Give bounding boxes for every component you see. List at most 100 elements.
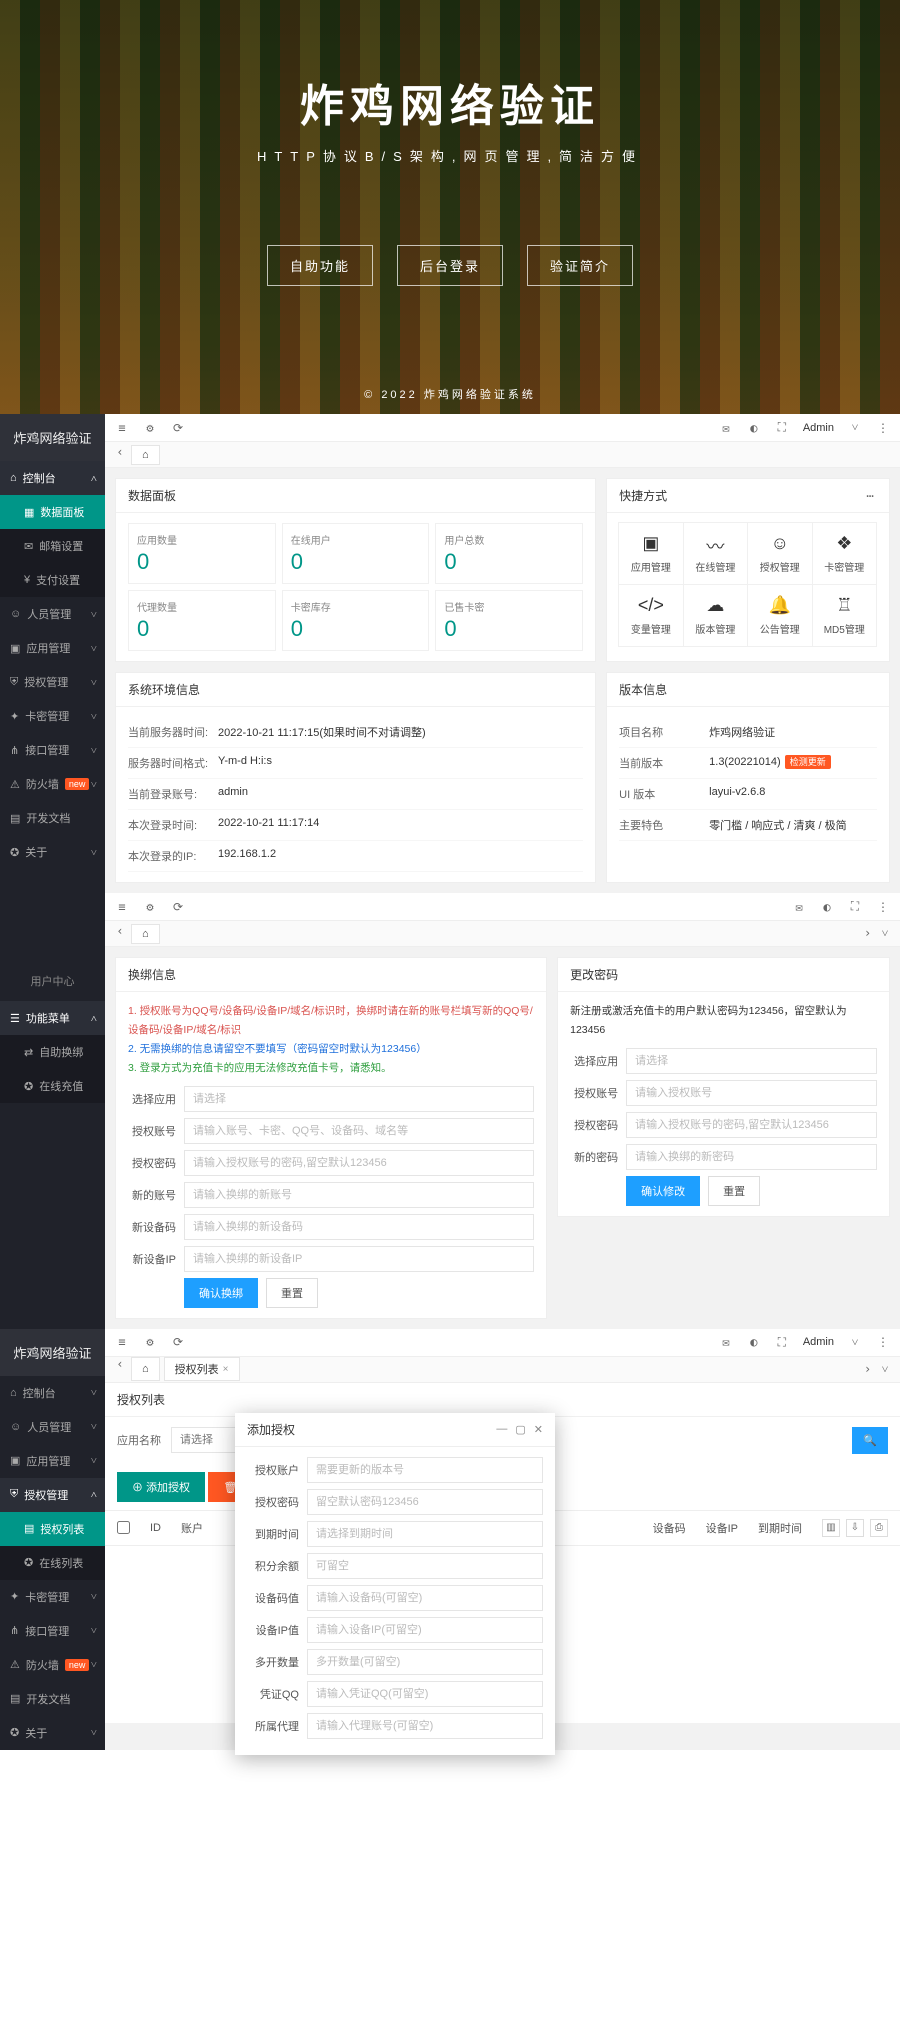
admin-dropdown[interactable]: Admin — [803, 1336, 834, 1348]
tab-home[interactable]: ⌂ — [131, 445, 160, 465]
sidebar-item-about[interactable]: ✪关于˅ — [0, 1716, 105, 1750]
message-icon[interactable]: ✉ — [719, 421, 733, 435]
modal-device-input[interactable] — [307, 1585, 543, 1611]
sidebar-item-self-rebind[interactable]: ⇄自助换绑 — [0, 1035, 105, 1069]
theme-icon[interactable]: ◐ — [747, 421, 761, 435]
tab-next-icon[interactable]: › — [861, 1362, 875, 1376]
chevron-down-icon[interactable]: ˅ — [878, 1362, 892, 1376]
select-all-checkbox[interactable] — [117, 1521, 130, 1534]
fullscreen-icon[interactable]: ⛶ — [848, 900, 862, 914]
new-account-input[interactable] — [184, 1182, 534, 1208]
admin-dropdown[interactable]: Admin — [803, 422, 834, 434]
sidebar-item-firewall[interactable]: ⚠防火墙new˅ — [0, 767, 105, 801]
sidebar-item-console[interactable]: ⌂控制台˄ — [0, 461, 105, 495]
quick-var[interactable]: </>变量管理 — [618, 584, 683, 647]
sidebar-item-auth[interactable]: ⛨授权管理˅ — [0, 665, 105, 699]
settings-icon[interactable]: ⚙ — [143, 421, 157, 435]
quick-md5[interactable]: ♖MD5管理 — [812, 584, 877, 647]
sidebar-item-pay[interactable]: ¥支付设置 — [0, 563, 105, 597]
new-password-input[interactable] — [626, 1144, 877, 1170]
modal-multi-input[interactable] — [307, 1649, 543, 1675]
sidebar-item-docs[interactable]: ▤开发文档 — [0, 1682, 105, 1716]
sidebar-item-user[interactable]: ☺人员管理˅ — [0, 597, 105, 631]
chevron-down-icon[interactable]: ˅ — [878, 927, 892, 941]
filter-icon[interactable]: ▥ — [822, 1519, 840, 1537]
more-icon[interactable]: ⋮ — [876, 421, 890, 435]
update-badge[interactable]: 检测更新 — [785, 755, 831, 769]
more-icon[interactable]: ⋮ — [876, 900, 890, 914]
search-button[interactable]: 🔍 — [852, 1427, 888, 1454]
self-service-button[interactable]: 自助功能 — [267, 245, 373, 286]
quick-notice[interactable]: 🔔公告管理 — [747, 584, 812, 647]
rebind-reset-button[interactable]: 重置 — [266, 1278, 318, 1308]
menu-toggle-icon[interactable]: ≡ — [115, 900, 129, 914]
sidebar-item-auth-list[interactable]: ▤授权列表 — [0, 1512, 105, 1546]
modal-expire-input[interactable] — [307, 1521, 543, 1547]
tab-next-icon[interactable]: › — [861, 926, 875, 940]
app-select[interactable] — [626, 1048, 877, 1074]
sidebar-item-recharge[interactable]: ✪在线充值 — [0, 1069, 105, 1103]
new-device-input[interactable] — [184, 1214, 534, 1240]
tab-auth-list[interactable]: 授权列表× — [164, 1357, 240, 1381]
tab-prev-icon[interactable]: ‹ — [113, 445, 127, 459]
app-select[interactable] — [184, 1086, 534, 1112]
more-icon[interactable]: ⋮ — [876, 1335, 890, 1349]
sidebar-item-card[interactable]: ✦卡密管理˅ — [0, 1580, 105, 1614]
minimize-icon[interactable]: — — [496, 1423, 507, 1436]
intro-button[interactable]: 验证简介 — [527, 245, 633, 286]
tab-prev-icon[interactable]: ‹ — [113, 924, 127, 938]
message-icon[interactable]: ✉ — [792, 900, 806, 914]
modal-qq-input[interactable] — [307, 1681, 543, 1707]
menu-toggle-icon[interactable]: ≡ — [115, 421, 129, 435]
sidebar-item-firewall[interactable]: ⚠防火墙new˅ — [0, 1648, 105, 1682]
settings-icon[interactable]: ⚙ — [143, 1335, 157, 1349]
sidebar-item-api[interactable]: ⋔接口管理˅ — [0, 1614, 105, 1648]
export-icon[interactable]: ⇩ — [846, 1519, 864, 1537]
tab-prev-icon[interactable]: ‹ — [113, 1357, 127, 1371]
message-icon[interactable]: ✉ — [719, 1335, 733, 1349]
account-input[interactable] — [626, 1080, 877, 1106]
close-icon[interactable]: × — [223, 1364, 229, 1375]
quick-app[interactable]: ▣应用管理 — [618, 522, 683, 585]
modal-password-input[interactable] — [307, 1489, 543, 1515]
admin-login-button[interactable]: 后台登录 — [397, 245, 503, 286]
modal-score-input[interactable] — [307, 1553, 543, 1579]
sidebar-item-app[interactable]: ▣应用管理˅ — [0, 1444, 105, 1478]
sidebar-item-online-list[interactable]: ✪在线列表 — [0, 1546, 105, 1580]
rebind-submit-button[interactable]: 确认换绑 — [184, 1278, 258, 1308]
new-ip-input[interactable] — [184, 1246, 534, 1272]
settings-icon[interactable]: ⚙ — [143, 900, 157, 914]
chevron-down-icon[interactable]: ˅ — [848, 1335, 862, 1349]
quick-ver[interactable]: ☁版本管理 — [683, 584, 748, 647]
quick-card[interactable]: ❖卡密管理 — [812, 522, 877, 585]
refresh-icon[interactable]: ⟳ — [171, 421, 185, 435]
more-icon[interactable]: ⋯ — [863, 489, 877, 503]
sidebar-item-about[interactable]: ✪关于˅ — [0, 835, 105, 869]
add-auth-button[interactable]: ⊕ 添加授权 — [117, 1472, 205, 1502]
modal-agent-input[interactable] — [307, 1713, 543, 1739]
theme-icon[interactable]: ◐ — [820, 900, 834, 914]
sidebar-item-docs[interactable]: ▤开发文档 — [0, 801, 105, 835]
quick-auth[interactable]: ☺授权管理 — [747, 522, 812, 585]
tab-home[interactable]: ⌂ — [131, 1357, 160, 1381]
maximize-icon[interactable]: ▢ — [515, 1423, 525, 1436]
sidebar-item-auth[interactable]: ⛨授权管理˄ — [0, 1478, 105, 1512]
sidebar-item-app[interactable]: ▣应用管理˅ — [0, 631, 105, 665]
sidebar-item-mail[interactable]: ✉邮箱设置 — [0, 529, 105, 563]
sidebar-item-dashboard[interactable]: ▦数据面板 — [0, 495, 105, 529]
refresh-icon[interactable]: ⟳ — [171, 1335, 185, 1349]
menu-toggle-icon[interactable]: ≡ — [115, 1335, 129, 1349]
theme-icon[interactable]: ◐ — [747, 1335, 761, 1349]
modal-account-input[interactable] — [307, 1457, 543, 1483]
password-input[interactable] — [184, 1150, 534, 1176]
tab-home[interactable]: ⌂ — [131, 924, 160, 944]
refresh-icon[interactable]: ⟳ — [171, 900, 185, 914]
sidebar-item-api[interactable]: ⋔接口管理˅ — [0, 733, 105, 767]
password-submit-button[interactable]: 确认修改 — [626, 1176, 700, 1206]
fullscreen-icon[interactable]: ⛶ — [775, 1335, 789, 1349]
close-icon[interactable]: ✕ — [534, 1423, 543, 1436]
account-input[interactable] — [184, 1118, 534, 1144]
sidebar-item-card[interactable]: ✦卡密管理˅ — [0, 699, 105, 733]
fullscreen-icon[interactable]: ⛶ — [775, 421, 789, 435]
sidebar-item-console[interactable]: ⌂控制台˅ — [0, 1376, 105, 1410]
